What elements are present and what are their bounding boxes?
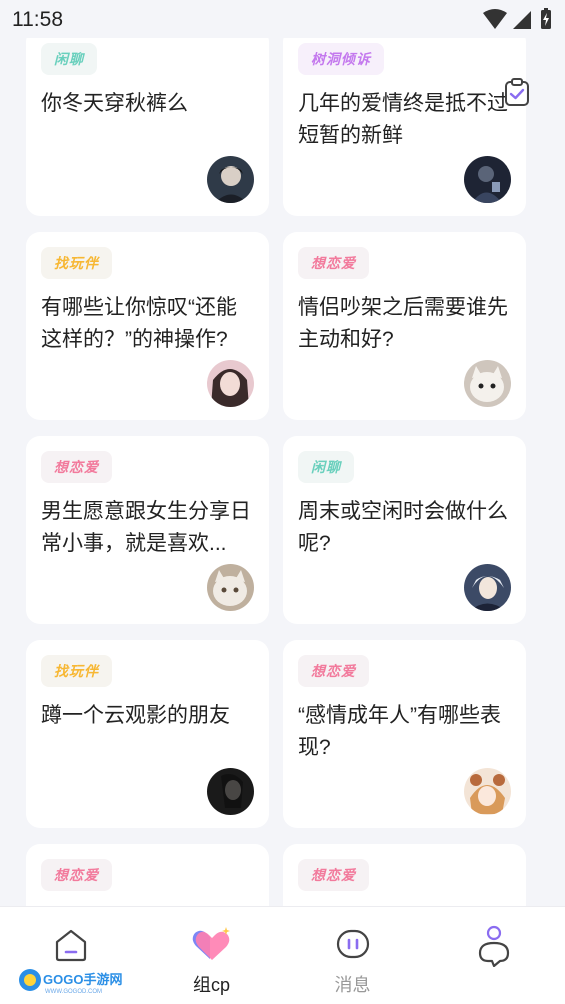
user-avatar[interactable]	[464, 156, 511, 203]
topic-tag: 想恋爱	[298, 655, 369, 687]
topic-tag: 树洞倾诉	[298, 43, 384, 75]
user-avatar[interactable]	[464, 564, 511, 611]
user-avatar[interactable]	[464, 360, 511, 407]
tab-profile[interactable]	[423, 907, 564, 1004]
topic-tag: 想恋爱	[41, 451, 112, 483]
wifi-icon	[483, 9, 507, 29]
topic-tag: 找玩伴	[41, 655, 112, 687]
topic-title: 你冬天穿秋裤么	[41, 92, 188, 115]
topic-card[interactable]: 找玩伴 有哪些让你惊叹“还能这样的？”的神操作?	[26, 232, 269, 420]
user-avatar[interactable]	[207, 768, 254, 815]
user-avatar[interactable]	[464, 768, 511, 815]
signal-icon	[513, 11, 531, 29]
topic-tag: 闲聊	[41, 43, 97, 75]
tab-messages-label: 消息	[334, 975, 371, 995]
battery-icon	[541, 8, 551, 29]
tab-cp[interactable]: 组cp	[141, 907, 282, 1004]
topic-card[interactable]: 想恋爱	[26, 844, 269, 906]
topic-title: 几年的爱情终是抵不过短暂的新鲜	[298, 92, 508, 147]
topic-tag: 想恋爱	[298, 859, 369, 891]
tab-messages[interactable]: 消息	[282, 907, 423, 1004]
svg-text:WWW.GOGOD.COM: WWW.GOGOD.COM	[45, 989, 102, 995]
gogo-watermark-logo: GOGO手游网 WWW.GOGOD.COM	[19, 969, 122, 995]
user-avatar[interactable]	[207, 360, 254, 407]
topic-card[interactable]: 想恋爱 情侣吵架之后需要谁先主动和好?	[283, 232, 526, 420]
message-icon	[336, 929, 369, 959]
user-avatar[interactable]	[207, 156, 254, 203]
topic-tag: 闲聊	[298, 451, 354, 483]
topic-card[interactable]: 闲聊 周末或空闲时会做什么呢?	[283, 436, 526, 624]
topic-title: 蹲一个云观影的朋友	[41, 704, 230, 727]
clipboard-check-icon[interactable]	[502, 77, 532, 107]
home-icon	[55, 929, 86, 962]
topic-card[interactable]: 闲聊 你冬天穿秋裤么	[26, 28, 269, 216]
topic-card[interactable]: 想恋爱	[283, 844, 526, 906]
tab-cp-label: 组cp	[192, 975, 230, 995]
topic-title: “感情成年人”有哪些表现?	[298, 704, 501, 759]
profile-icon	[478, 925, 509, 967]
status-time: 11:58	[12, 8, 63, 31]
topic-tag: 找玩伴	[41, 247, 112, 279]
topic-card[interactable]: 找玩伴 蹲一个云观影的朋友	[26, 640, 269, 828]
topic-title: 情侣吵架之后需要谁先主动和好?	[298, 296, 508, 351]
topic-feed[interactable]: 闲聊 你冬天穿秋裤么 树洞倾诉 几年的爱情终是抵不过短暂的新鲜 找玩伴 有哪些让…	[0, 28, 565, 906]
topic-card[interactable]: 树洞倾诉 几年的爱情终是抵不过短暂的新鲜	[283, 28, 526, 216]
status-icons	[483, 8, 551, 29]
topic-title: 周末或空闲时会做什么呢?	[298, 500, 508, 555]
topic-title: 男生愿意跟女生分享日常小事，就是喜欢...	[41, 500, 251, 555]
status-bar: 11:58	[0, 0, 565, 38]
topic-tag: 想恋爱	[41, 859, 112, 891]
user-avatar[interactable]	[207, 564, 254, 611]
topic-card[interactable]: 想恋爱 “感情成年人”有哪些表现?	[283, 640, 526, 828]
topic-tag: 想恋爱	[298, 247, 369, 279]
topic-card[interactable]: 想恋爱 男生愿意跟女生分享日常小事，就是喜欢...	[26, 436, 269, 624]
hearts-icon	[192, 927, 230, 960]
topic-title: 有哪些让你惊叹“还能这样的？”的神操作?	[41, 296, 237, 351]
svg-text:GOGO手游网: GOGO手游网	[43, 972, 122, 987]
